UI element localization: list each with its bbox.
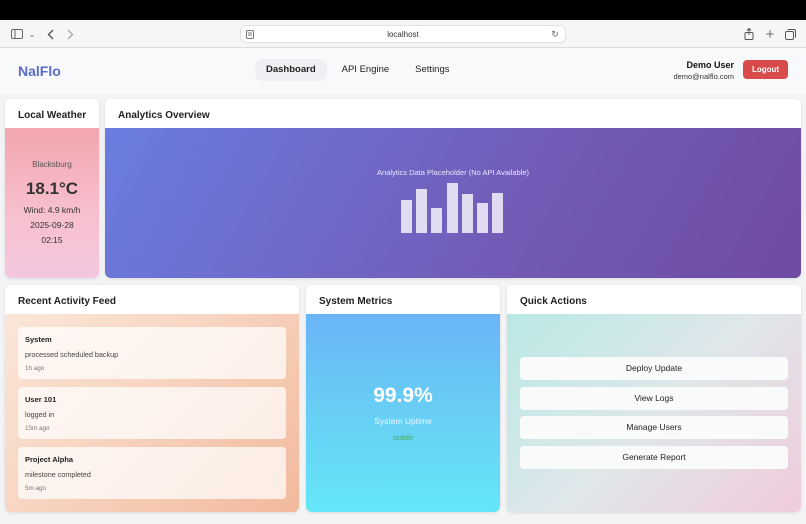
quick-actions-body: Deploy Update View Logs Manage Users Gen…: [507, 314, 801, 512]
forward-arrow-icon[interactable]: [64, 26, 76, 42]
weather-date: 2025-09-28: [30, 220, 74, 230]
user-name: Demo User: [686, 60, 734, 70]
analytics-body: Analytics Data Placeholder (No API Avail…: [105, 128, 801, 278]
placeholder-bar: [492, 193, 503, 233]
back-arrow-icon[interactable]: [44, 26, 56, 42]
sidebar-toggle-icon[interactable]: [10, 26, 24, 42]
status-badge: stable: [392, 433, 413, 442]
placeholder-bar: [447, 183, 458, 233]
share-icon[interactable]: [743, 26, 755, 42]
address-bar[interactable]: localhost ↻: [240, 25, 566, 43]
weather-wind: Wind: 4.9 km/h: [23, 205, 81, 215]
nav-settings[interactable]: Settings: [404, 59, 460, 81]
activity-body: System processed scheduled backup 1h ago…: [5, 314, 299, 512]
activity-item-desc: milestone completed: [25, 470, 91, 479]
activity-item-title: Project Alpha: [25, 455, 74, 464]
url-text: localhost: [387, 29, 419, 39]
logout-button[interactable]: Logout: [743, 60, 788, 79]
chevron-down-icon[interactable]: ⌄: [28, 26, 36, 42]
generate-report-button[interactable]: Generate Report: [520, 446, 788, 469]
quick-actions-card: Quick Actions Deploy Update View Logs Ma…: [507, 285, 801, 512]
top-black-bar: [0, 0, 806, 20]
activity-item-time: 5m ago: [25, 485, 47, 492]
activity-item-title: User 101: [25, 395, 57, 404]
view-logs-button[interactable]: View Logs: [520, 387, 788, 410]
analytics-card: Analytics Overview Analytics Data Placeh…: [105, 99, 801, 278]
uptime-label: System Uptime: [374, 416, 432, 426]
brand-logo[interactable]: NalFlo: [18, 63, 61, 79]
quick-actions-title: Quick Actions: [520, 296, 587, 307]
activity-item-time: 15m ago: [25, 425, 50, 432]
analytics-title: Analytics Overview: [118, 110, 210, 121]
manage-users-button[interactable]: Manage Users: [520, 416, 788, 439]
uptime-value: 99.9%: [373, 384, 433, 407]
browser-toolbar: ⌄ localhost ↻ +: [0, 20, 806, 48]
activity-item-desc: processed scheduled backup: [25, 350, 119, 359]
activity-item[interactable]: System processed scheduled backup 1h ago: [18, 327, 286, 379]
tabs-overview-icon[interactable]: [784, 26, 796, 42]
activity-item-desc: logged in: [25, 410, 55, 419]
activity-item-title: System: [25, 335, 52, 344]
placeholder-bar: [477, 203, 488, 233]
user-info: Demo User demo@nalflo.com: [673, 60, 734, 81]
placeholder-bar-graphic: [401, 183, 505, 233]
activity-card: Recent Activity Feed System processed sc…: [5, 285, 299, 512]
activity-item[interactable]: Project Alpha milestone completed 5m ago: [18, 447, 286, 499]
weather-title: Local Weather: [18, 110, 87, 121]
activity-item[interactable]: User 101 logged in 15m ago: [18, 387, 286, 439]
weather-city: Blacksburg: [32, 160, 72, 169]
reload-icon[interactable]: ↻: [549, 28, 561, 40]
weather-body: Blacksburg 18.1°C Wind: 4.9 km/h 2025-09…: [5, 128, 99, 278]
placeholder-bar: [401, 200, 412, 233]
nav-dashboard[interactable]: Dashboard: [255, 59, 327, 81]
placeholder-bar: [416, 189, 427, 233]
new-tab-icon[interactable]: +: [764, 26, 776, 43]
deploy-update-button[interactable]: Deploy Update: [520, 357, 788, 380]
activity-item-time: 1h ago: [25, 365, 45, 372]
placeholder-bar: [462, 194, 473, 233]
nav-api-engine[interactable]: API Engine: [331, 59, 401, 81]
metrics-title: System Metrics: [319, 296, 393, 307]
weather-card: Local Weather Blacksburg 18.1°C Wind: 4.…: [5, 99, 99, 278]
weather-temperature: 18.1°C: [25, 179, 79, 198]
metrics-card: System Metrics 99.9% System Uptime stabl…: [306, 285, 500, 512]
analytics-placeholder-text: Analytics Data Placeholder (No API Avail…: [376, 168, 530, 177]
site-icon: [245, 29, 255, 39]
app-header: NalFlo Dashboard API Engine Settings Dem…: [0, 48, 806, 94]
user-email: demo@nalflo.com: [673, 72, 734, 81]
activity-title: Recent Activity Feed: [18, 296, 116, 307]
weather-time: 02:15: [41, 235, 63, 245]
placeholder-bar: [431, 208, 442, 233]
metrics-body: 99.9% System Uptime stable: [306, 314, 500, 512]
main-nav: Dashboard API Engine Settings: [255, 59, 461, 81]
